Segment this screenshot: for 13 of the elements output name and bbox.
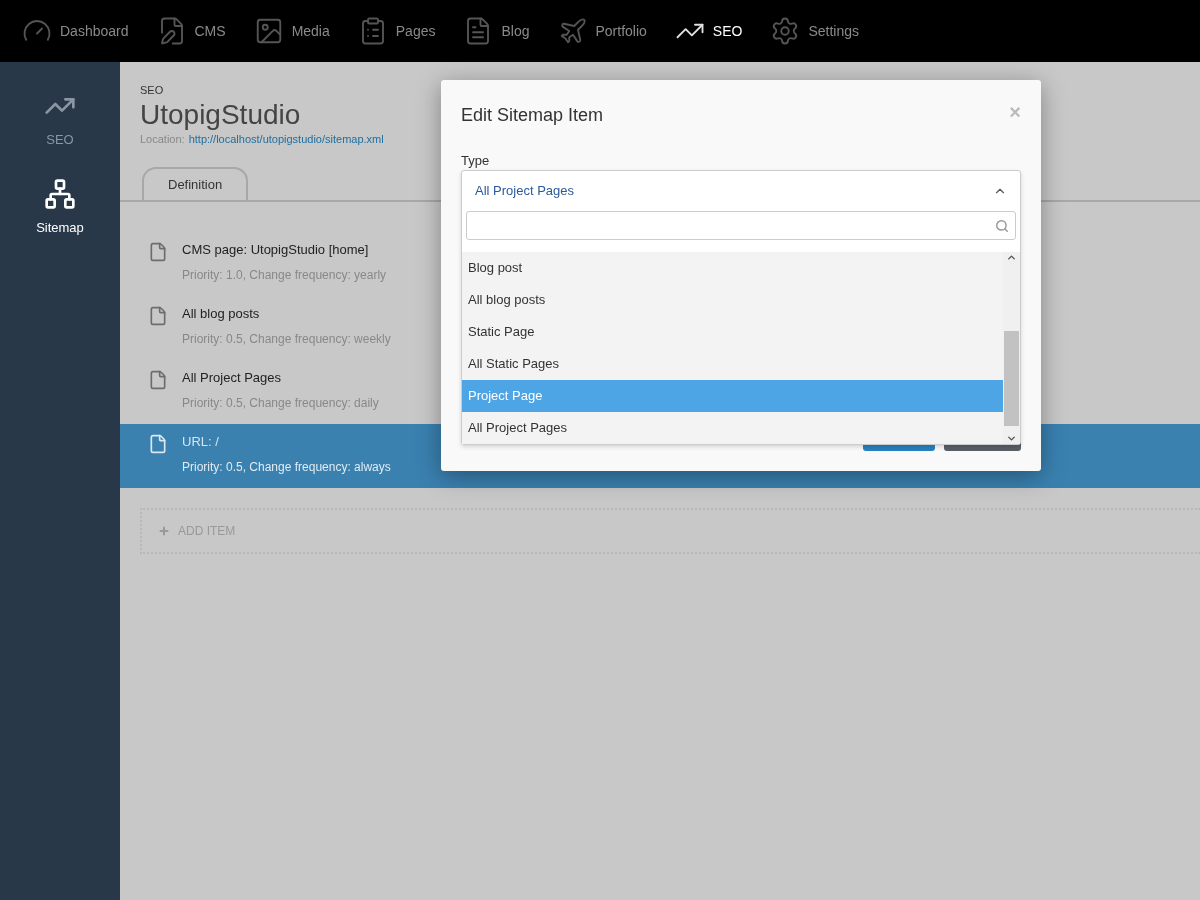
location-label: Location: — [140, 131, 185, 147]
type-label: Type — [461, 152, 490, 170]
item-details: Priority: 0.5, Change frequency: daily — [182, 394, 379, 412]
item-title: All Project Pages — [182, 369, 282, 387]
item-details: Priority: 1.0, Change frequency: yearly — [182, 266, 387, 284]
item-details: Priority: 0.5, Change frequency: weekly — [182, 330, 391, 348]
item-title: CMS page: UtopigStudio [home] — [182, 241, 370, 259]
item-title: All blog posts — [182, 305, 261, 323]
page-title: UtopigStudio — [140, 98, 301, 131]
breadcrumb: SEO — [140, 83, 165, 98]
item-details: Priority: 0.5, Change frequency: always — [182, 458, 391, 476]
item-title: URL: / — [182, 433, 220, 451]
modal-title: Edit Sitemap Item — [461, 104, 604, 127]
